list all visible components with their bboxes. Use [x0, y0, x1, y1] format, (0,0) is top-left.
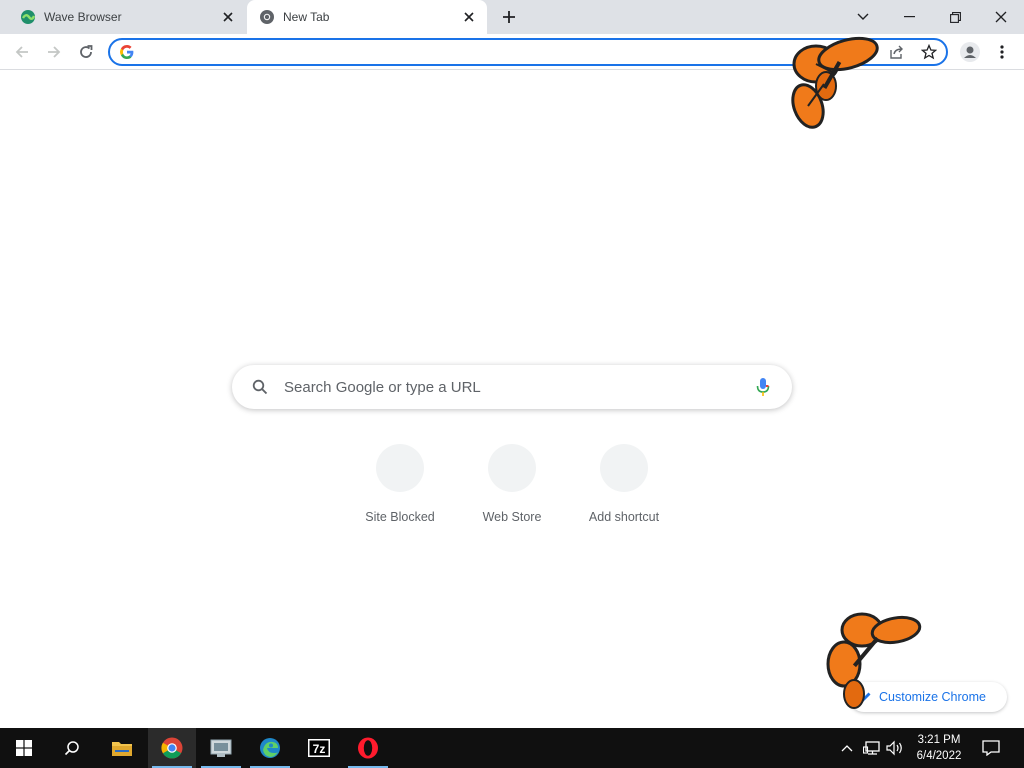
- back-button[interactable]: [8, 38, 36, 66]
- address-input[interactable]: [142, 42, 846, 64]
- butterfly-icon: [791, 36, 879, 129]
- restore-icon: [949, 11, 961, 23]
- minimize-button[interactable]: [886, 0, 932, 34]
- google-g-icon: [120, 45, 134, 59]
- clock[interactable]: 3:21 PM 6/4/2022: [904, 728, 974, 768]
- volume-button[interactable]: [884, 728, 906, 768]
- 7zip-icon: 7z: [308, 739, 330, 757]
- tab-close-button[interactable]: [459, 7, 479, 27]
- windows-start-icon: [16, 740, 32, 756]
- close-window-button[interactable]: [978, 0, 1024, 34]
- bookmark-button[interactable]: [915, 38, 943, 66]
- plus-icon: [503, 11, 515, 23]
- tab-title: New Tab: [283, 10, 330, 24]
- chevron-down-icon: [857, 13, 869, 20]
- reload-button[interactable]: [72, 38, 100, 66]
- show-hidden-icons-button[interactable]: [838, 728, 856, 768]
- network-icon: [863, 741, 880, 755]
- notification-center-button[interactable]: [976, 728, 1006, 768]
- forward-button[interactable]: [40, 38, 68, 66]
- shortcut-label: Site Blocked: [365, 510, 435, 524]
- close-icon: [223, 12, 233, 22]
- shortcut-web-store[interactable]: Web Store: [456, 444, 568, 534]
- share-icon: [890, 45, 903, 59]
- profile-button[interactable]: [956, 38, 984, 66]
- new-tab-button[interactable]: [495, 3, 523, 31]
- volume-icon: [886, 740, 902, 756]
- ntp-search-box[interactable]: Search Google or type a URL: [232, 365, 792, 409]
- close-icon: [995, 11, 1007, 23]
- taskbar-opera[interactable]: [344, 728, 392, 768]
- close-icon: [464, 12, 474, 22]
- file-explorer-icon: [112, 742, 132, 756]
- minimize-icon: [903, 16, 915, 18]
- reload-icon: [80, 45, 93, 58]
- butterfly-icon: [826, 612, 922, 709]
- tab-wave-browser[interactable]: Wave Browser: [0, 0, 246, 34]
- more-vert-icon: [1000, 45, 1004, 59]
- shortcut-label: Web Store: [482, 510, 542, 524]
- menu-button[interactable]: [988, 38, 1016, 66]
- taskbar: 7z: [0, 728, 1024, 768]
- start-button[interactable]: [0, 728, 48, 768]
- taskbar-edge[interactable]: [246, 728, 294, 768]
- chrome-icon: [161, 737, 183, 759]
- network-app-icon: [210, 739, 232, 757]
- clock-time: 3:21 PM: [917, 734, 961, 746]
- search-icon: [252, 379, 268, 395]
- shortcut-icon: [488, 444, 536, 492]
- chrome-icon: [260, 10, 274, 24]
- microphone-icon[interactable]: [756, 377, 770, 397]
- taskbar-7zip[interactable]: 7z: [295, 728, 343, 768]
- avatar-icon: [960, 42, 980, 62]
- taskbar-file-explorer[interactable]: [98, 728, 146, 768]
- arrow-back-icon: [15, 46, 28, 58]
- notification-icon: [982, 740, 1000, 756]
- taskbar-search-button[interactable]: [48, 728, 96, 768]
- tab-close-button[interactable]: [218, 7, 238, 27]
- arrow-forward-icon: [48, 46, 61, 58]
- clock-date: 6/4/2022: [916, 750, 962, 762]
- search-icon: [64, 741, 79, 756]
- opera-icon: [358, 737, 378, 759]
- star-icon: [921, 44, 937, 60]
- edge-icon: [260, 738, 280, 758]
- taskbar-chrome[interactable]: [148, 728, 196, 768]
- tab-new-tab[interactable]: New Tab: [247, 0, 487, 34]
- shortcut-label: Add shortcut: [588, 510, 660, 524]
- svg-text:7z: 7z: [313, 742, 326, 756]
- shortcut-site-blocked[interactable]: Site Blocked: [344, 444, 456, 534]
- shortcut-icon: [600, 444, 648, 492]
- wave-browser-icon: [21, 10, 36, 24]
- network-status-button[interactable]: [860, 728, 884, 768]
- add-shortcut-button[interactable]: Add shortcut: [568, 444, 680, 534]
- restore-button[interactable]: [932, 0, 978, 34]
- search-placeholder: Search Google or type a URL: [284, 378, 481, 396]
- chevron-up-icon: [841, 745, 853, 752]
- shortcut-icon: [376, 444, 424, 492]
- taskbar-network-app[interactable]: [197, 728, 245, 768]
- tab-title: Wave Browser: [44, 10, 122, 24]
